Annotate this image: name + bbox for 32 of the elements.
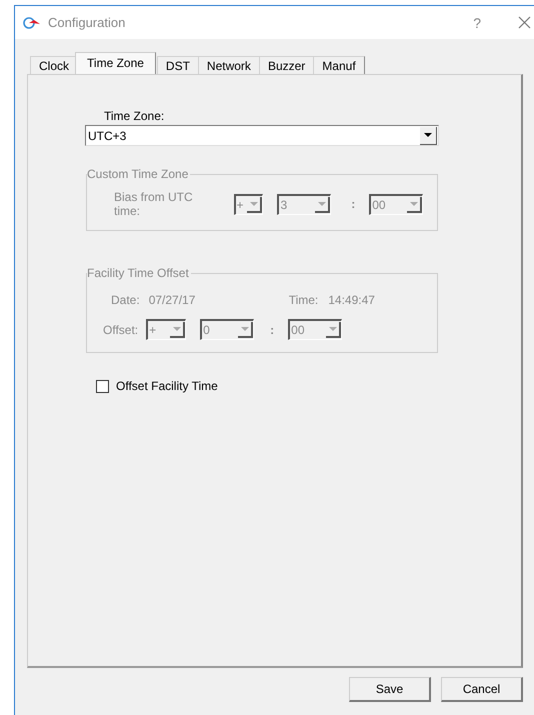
clock-icon — [23, 16, 41, 30]
time-zone-dropdown[interactable]: UTC+3 — [85, 125, 439, 146]
dropdown-arrow-icon — [318, 202, 326, 206]
tab[interactable]: DST — [156, 56, 199, 74]
help-button[interactable]: ? — [473, 14, 481, 30]
tab[interactable]: Time Zone — [75, 52, 156, 74]
date-value: 07/27/17 — [148, 293, 196, 307]
window-title: Configuration — [48, 15, 126, 30]
separator-colon: : — [351, 197, 356, 211]
close-icon[interactable] — [518, 16, 531, 29]
dropdown-arrow-icon — [424, 133, 432, 137]
group-title: Facility Time Offset — [87, 266, 191, 280]
dropdown-arrow-icon — [172, 327, 181, 331]
time-value: 14:49:47 — [328, 293, 375, 307]
dropdown-arrow-icon — [328, 327, 337, 331]
tab[interactable]: Buzzer — [258, 56, 314, 74]
group-title: Custom Time Zone — [87, 167, 190, 181]
save-button[interactable]: Save — [349, 677, 431, 702]
dropdown-arrow-icon — [250, 202, 258, 206]
time-label: Time: — [288, 293, 318, 307]
bias-label: Bias from UTC time: — [114, 190, 194, 218]
dropdown-arrow-icon — [240, 327, 249, 331]
cancel-button[interactable]: Cancel — [441, 677, 523, 702]
separator-colon: : — [270, 322, 274, 336]
time-zone-label: Time Zone: — [104, 109, 166, 125]
checkbox-label: Offset Facility Time — [116, 379, 218, 393]
dropdown-arrow-icon — [410, 202, 418, 206]
offset-label: Offset: — [103, 322, 138, 336]
date-label: Date: — [111, 293, 140, 307]
checkbox[interactable] — [96, 380, 109, 392]
tab[interactable]: Network — [198, 56, 260, 74]
tab[interactable]: Manuf — [313, 56, 365, 74]
